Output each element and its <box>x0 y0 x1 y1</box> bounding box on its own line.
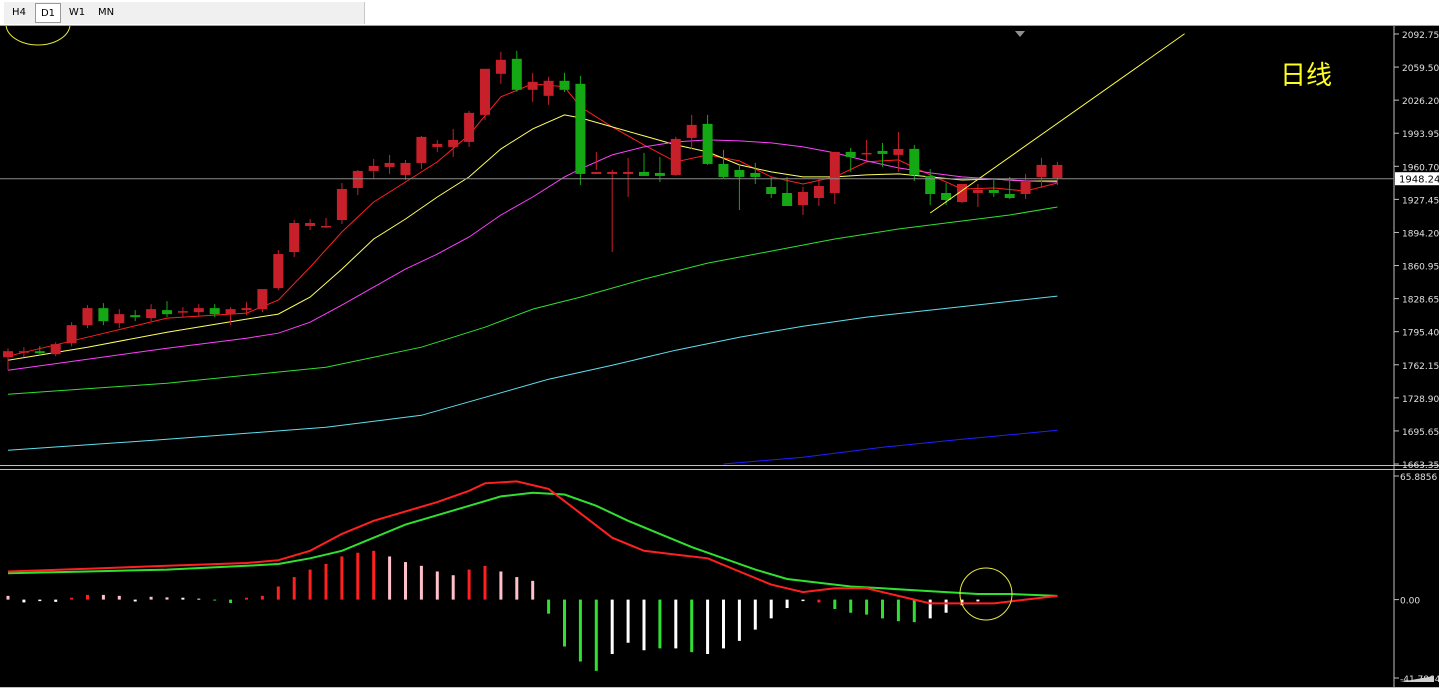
candle-body <box>289 223 300 253</box>
price-tick-label: 2059.50 <box>1402 64 1439 74</box>
candle-body <box>607 171 618 174</box>
candle-body <box>273 254 284 289</box>
price-tick-label: 1795.40 <box>1402 329 1439 339</box>
candle-body <box>305 223 316 227</box>
tab-d1[interactable]: D1 <box>35 3 61 23</box>
main-pane <box>0 26 1394 465</box>
candle-body <box>464 112 475 142</box>
candle-body <box>972 189 983 193</box>
price-tick-label: 1762.15 <box>1402 362 1439 372</box>
candle-body <box>480 68 490 115</box>
price-tick-label: 1993.95 <box>1402 130 1439 140</box>
candle-body <box>18 351 29 353</box>
candle-body <box>384 162 395 167</box>
candle-body <box>543 80 554 96</box>
candle-body <box>193 308 204 313</box>
tab-w1[interactable]: W1 <box>64 3 90 23</box>
price-tick-label: 1728.90 <box>1402 395 1439 405</box>
price-tick-label: 1695.65 <box>1402 428 1439 438</box>
candle-body <box>3 351 13 358</box>
current-price-label: 1948.24 <box>1399 175 1439 186</box>
candle-body <box>130 315 141 318</box>
candle-body <box>718 163 729 177</box>
candle-body <box>591 171 602 174</box>
candle-body <box>734 169 745 177</box>
candle-body <box>432 143 443 147</box>
price-tick-label: 1828.65 <box>1402 296 1439 306</box>
daily-annotation: 日线 <box>1280 61 1332 91</box>
candle-body <box>34 351 45 354</box>
candle-body <box>798 191 808 205</box>
price-tick-label: 1960.70 <box>1402 163 1439 173</box>
candle-body <box>1036 164 1047 177</box>
candle-body <box>527 81 538 90</box>
price-tick-label: 1860.95 <box>1402 263 1439 273</box>
candle-body <box>146 309 157 319</box>
candle-body <box>670 138 681 175</box>
candle-body <box>241 308 252 311</box>
tab-h4[interactable]: H4 <box>6 3 32 23</box>
candle-body <box>495 59 506 74</box>
candle-body <box>813 185 824 198</box>
candle-body <box>257 289 268 310</box>
candle-body <box>162 310 172 315</box>
timeframe-tabs: H4 D1 W1 MN <box>4 2 365 24</box>
candle-body <box>782 192 793 206</box>
price-tick-label: 1663.35 <box>1402 461 1439 471</box>
candle-body <box>1052 164 1063 178</box>
candle-body <box>893 148 904 155</box>
macd-tick-label: 0.00 <box>1400 597 1420 607</box>
candle-body <box>766 186 777 194</box>
tab-mn[interactable]: MN <box>93 3 119 23</box>
candle-body <box>829 151 840 193</box>
candle-body <box>575 83 586 174</box>
candle-body <box>321 226 331 228</box>
candle-body <box>877 150 888 154</box>
candle-body <box>225 309 236 315</box>
candle-body <box>82 308 93 326</box>
candle-body <box>114 314 125 324</box>
candle-body <box>909 148 920 175</box>
timeframe-toolbar: H4 D1 W1 MN <box>0 0 1439 26</box>
signal-line <box>7 491 1058 597</box>
candle-body <box>559 80 570 90</box>
candle-body <box>639 171 649 176</box>
candle-body <box>750 172 761 177</box>
price-chart[interactable]: 2092.75 2059.50 2026.20 1993.95 1960.70 1927.… <box>0 26 1439 688</box>
candle-body <box>50 344 61 355</box>
candle-body <box>209 308 220 315</box>
candle-body <box>448 139 459 147</box>
price-tick-label: 2092.75 <box>1402 31 1439 41</box>
candle-body <box>66 325 77 344</box>
candle-body <box>336 188 347 221</box>
price-tick-label: 2026.20 <box>1402 97 1439 107</box>
candle-body <box>1020 181 1031 194</box>
candle-body <box>368 165 379 171</box>
candle-body <box>98 308 109 322</box>
candle-body <box>702 123 713 164</box>
candle-body <box>686 124 697 138</box>
candle-body <box>416 136 427 163</box>
price-tick-label: 1927.45 <box>1402 196 1439 206</box>
candle-body <box>623 171 634 174</box>
candle-body <box>988 189 999 193</box>
candle-body <box>352 170 363 188</box>
price-tick-label: 1894.20 <box>1402 229 1439 239</box>
candle-body <box>861 152 872 155</box>
candle-body <box>845 151 856 157</box>
candle-body <box>177 311 188 313</box>
candle-body <box>1004 193 1015 198</box>
macd-tick-label: 65.8856 <box>1400 473 1437 483</box>
candle-body <box>400 162 411 175</box>
candle-body <box>654 172 665 176</box>
candle-body <box>511 58 522 90</box>
